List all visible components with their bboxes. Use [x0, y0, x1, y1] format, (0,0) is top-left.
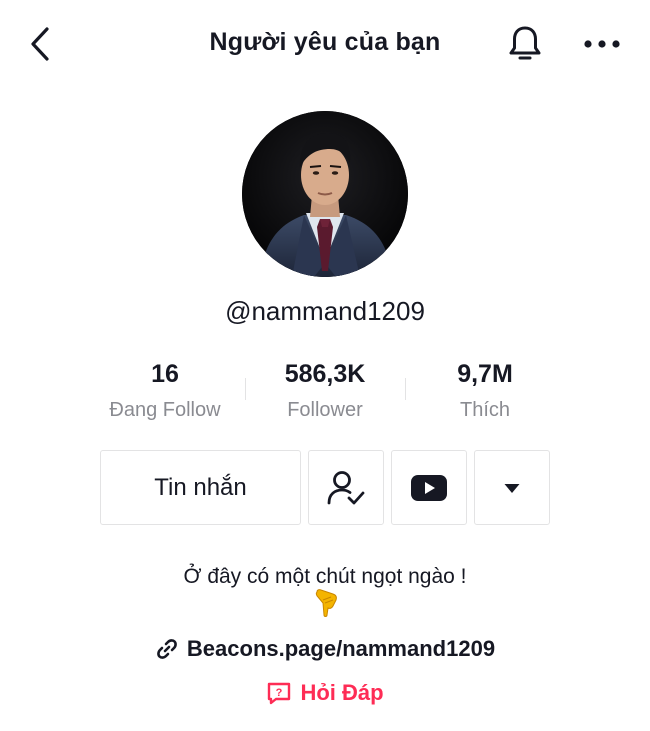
- more-horizontal-icon: [584, 40, 620, 48]
- caret-down-icon: [504, 483, 520, 493]
- stat-following[interactable]: 16 Đang Follow: [85, 360, 245, 422]
- user-check-icon: [327, 470, 365, 504]
- youtube-button[interactable]: [391, 450, 467, 525]
- more-actions-dropdown[interactable]: [474, 450, 550, 525]
- avatar[interactable]: [242, 111, 408, 277]
- more-options-button[interactable]: [580, 26, 624, 62]
- stat-likes-label: Thích: [459, 399, 511, 421]
- qa-label: Hỏi Đáp: [300, 680, 384, 705]
- stat-followers[interactable]: 586,3K Follower: [245, 360, 405, 422]
- message-button[interactable]: Tin nhắn: [100, 450, 301, 525]
- qa-button[interactable]: ? Hỏi Đáp: [0, 680, 650, 706]
- stat-followers-value: 586,3K: [284, 360, 366, 388]
- pointing-down-hand-emoji: [313, 588, 339, 618]
- stat-likes-value: 9,7M: [457, 360, 513, 388]
- profile-stats: 16 Đang Follow 586,3K Follower 9,7M Thíc…: [85, 360, 565, 424]
- link-icon: [157, 639, 177, 659]
- question-bubble-icon: ?: [268, 682, 291, 705]
- youtube-icon: [411, 474, 447, 501]
- stat-likes[interactable]: 9,7M Thích: [405, 360, 565, 422]
- bio-link-text: Beacons.page/nammand1209: [186, 636, 496, 661]
- svg-text:?: ?: [276, 687, 283, 699]
- profile-photo: [242, 111, 408, 277]
- stat-following-value: 16: [151, 360, 179, 388]
- stat-following-label: Đang Follow: [109, 399, 221, 421]
- bio-text: Ở đây có một chút ngọt ngào !: [183, 565, 467, 588]
- bell-icon: [509, 26, 541, 60]
- bio-link[interactable]: Beacons.page/nammand1209: [0, 636, 650, 662]
- stat-followers-label: Follower: [287, 399, 363, 421]
- notification-button[interactable]: [504, 22, 546, 66]
- page-title: Người yêu của bạn: [209, 28, 441, 56]
- top-bar: Người yêu của bạn: [0, 0, 650, 90]
- username: @nammand1209: [225, 296, 425, 326]
- following-button[interactable]: [308, 450, 384, 525]
